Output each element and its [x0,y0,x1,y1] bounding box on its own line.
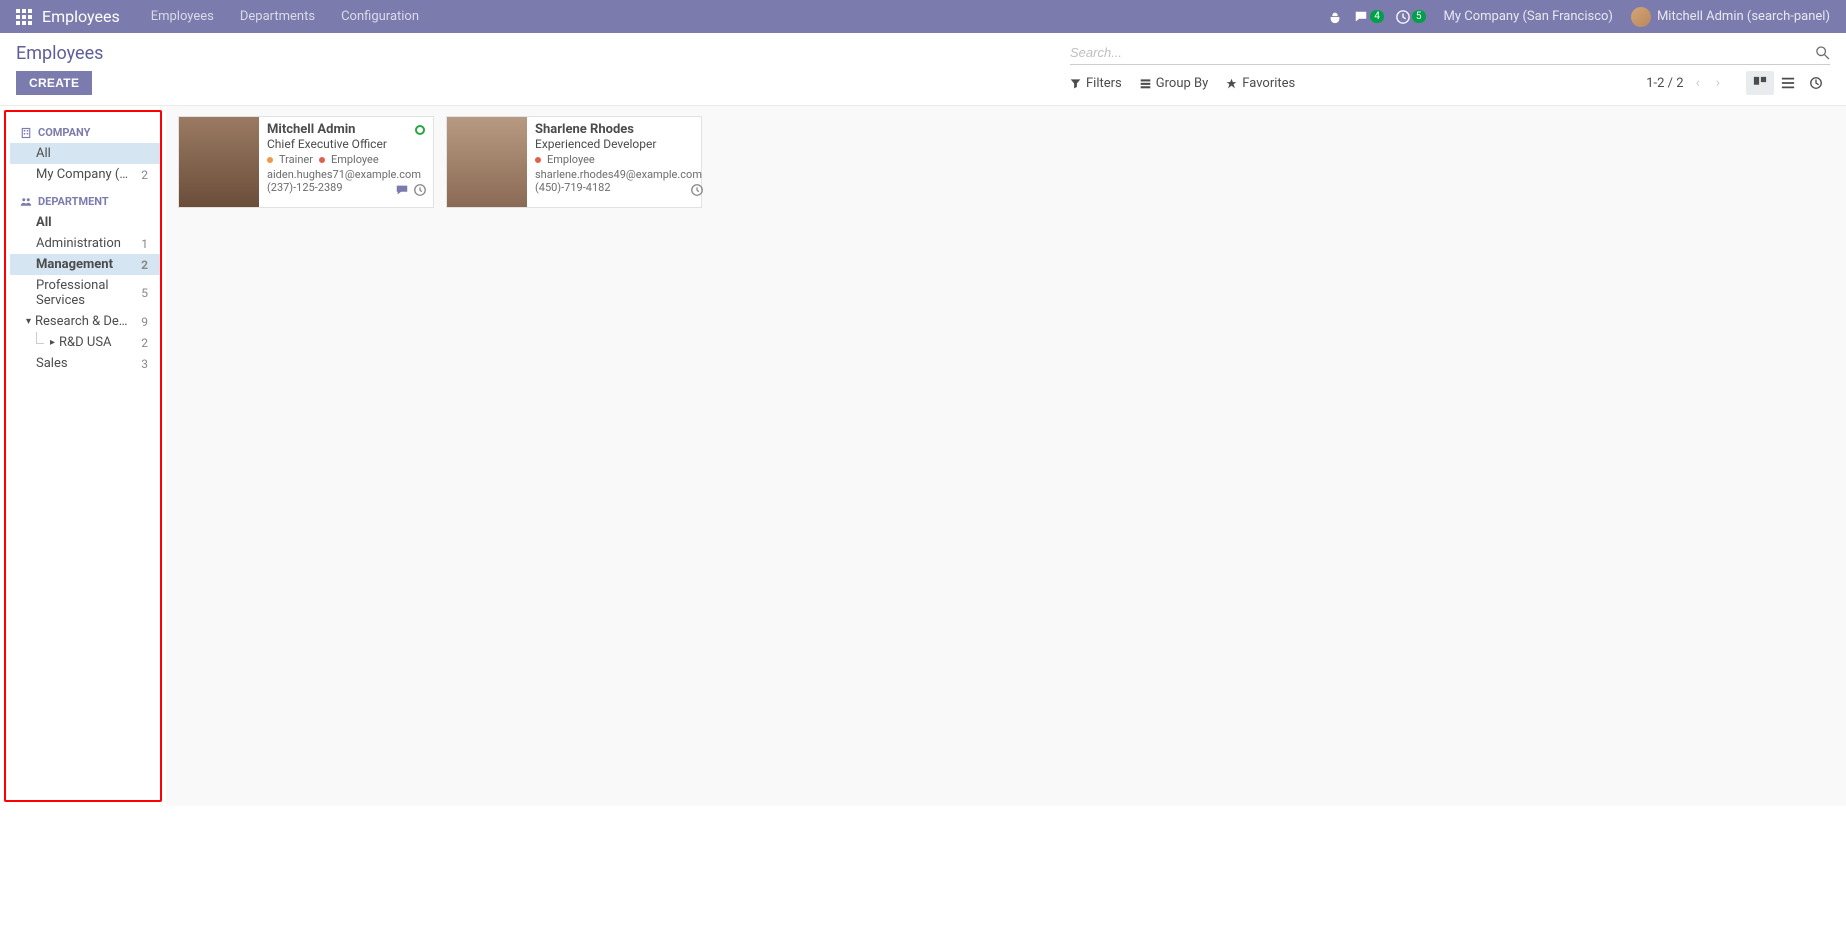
filters-button[interactable]: Filters [1070,76,1122,91]
caret-right-icon[interactable]: ▸ [50,337,55,348]
sidebar-item-count: 3 [141,357,154,371]
tag-label: Employee [331,153,379,166]
company-item-mycompany[interactable]: My Company (San Fr… 2 [10,164,160,185]
chat-icon[interactable] [395,183,409,201]
sidebar-item-label: Administration [36,236,121,251]
employee-card[interactable]: Mitchell Admin Chief Executive Officer T… [178,116,434,208]
department-item-all[interactable]: All [10,212,160,233]
pager-text: 1-2 / 2 [1646,76,1683,91]
employee-email: sharlene.rhodes49@example.com [535,168,702,181]
department-item-administration[interactable]: Administration 1 [10,233,160,254]
employee-name: Sharlene Rhodes [535,122,702,137]
sidebar-item-count: 9 [141,315,154,329]
page-title: Employees [16,43,103,64]
kanban-view-button[interactable] [1746,71,1774,95]
tag-dot-icon [535,157,541,163]
pager-next[interactable]: › [1712,75,1724,91]
pager-prev[interactable]: ‹ [1692,75,1704,91]
tag-dot-icon [319,157,325,163]
top-navbar: Employees Employees Departments Configur… [0,0,1846,33]
sidebar-item-label: All [36,146,51,161]
employee-phone: (450)-719-4182 [535,181,702,194]
tag-label: Trainer [279,153,313,166]
department-item-rd-usa[interactable]: ▸ R&D USA 2 [10,332,160,353]
employee-photo [447,117,527,207]
employee-title: Experienced Developer [535,137,702,151]
sidebar-item-count: 1 [141,237,154,251]
favorites-label: Favorites [1242,76,1295,91]
sidebar-item-label: Management [36,257,113,272]
department-item-sales[interactable]: Sales 3 [10,353,160,374]
activity-view-button[interactable] [1802,71,1830,95]
department-section-header: DEPARTMENT [10,191,160,212]
activities-icon[interactable]: 5 [1396,10,1426,24]
messaging-icon[interactable]: 4 [1354,10,1384,24]
employee-name: Mitchell Admin [267,122,425,137]
tag-label: Employee [547,153,595,166]
company-section-header: COMPANY [10,122,160,143]
avatar-icon [1631,7,1651,27]
create-button[interactable]: CREATE [16,71,92,95]
employee-card[interactable]: Sharlene Rhodes Experienced Developer Em… [446,116,702,208]
sidebar-item-label: All [36,215,52,230]
user-menu[interactable]: Mitchell Admin (search-panel) [1631,7,1830,27]
department-item-professional-services[interactable]: Professional Services 5 [10,275,160,311]
user-name-label: Mitchell Admin (search-panel) [1657,9,1830,24]
nav-link-configuration[interactable]: Configuration [328,9,432,24]
department-item-research[interactable]: ▾ Research & Develop… 9 [10,311,160,332]
nav-link-departments[interactable]: Departments [227,9,328,24]
sidebar-item-count: 2 [141,258,154,272]
filters-label: Filters [1086,76,1122,91]
company-item-all[interactable]: All [10,143,160,164]
sidebar-item-count: 2 [141,168,154,182]
sidebar-item-label: Professional Services [36,278,141,308]
action-bar: CREATE Filters Group By Favorites 1-2 / … [0,65,1846,106]
search-icon[interactable] [1816,46,1830,60]
sidebar-item-label: Sales [36,356,68,371]
caret-down-icon[interactable]: ▾ [26,316,31,327]
company-selector[interactable]: My Company (San Francisco) [1438,9,1619,24]
sidebar-item-count: 5 [141,286,154,300]
kanban-content: Mitchell Admin Chief Executive Officer T… [166,106,1846,806]
list-view-button[interactable] [1774,71,1802,95]
search-panel: COMPANY All My Company (San Fr… 2 DEPART… [4,110,162,802]
sidebar-item-label: Research & Develop… [35,314,130,329]
groupby-button[interactable]: Group By [1140,76,1209,91]
employee-title: Chief Executive Officer [267,137,425,151]
favorites-button[interactable]: Favorites [1226,76,1295,91]
sidebar-item-label: R&D USA [59,335,111,350]
nav-link-employees[interactable]: Employees [138,9,227,24]
activity-clock-icon[interactable] [413,183,427,201]
activities-badge: 5 [1412,10,1426,23]
control-bar: Employees [0,33,1846,65]
sidebar-item-count: 2 [141,336,154,350]
department-item-management[interactable]: Management 2 [10,254,160,275]
groupby-label: Group By [1156,76,1209,91]
employee-photo [179,117,259,207]
employee-email: aiden.hughes71@example.com [267,168,425,181]
activity-clock-icon[interactable] [690,183,704,201]
messaging-badge: 4 [1370,10,1384,23]
bug-icon[interactable] [1328,10,1342,24]
tag-dot-icon [267,157,273,163]
apps-icon[interactable] [16,9,32,25]
sidebar-item-label: My Company (San Fr… [36,167,131,182]
presence-online-icon [415,125,425,135]
search-input-wrap [1070,41,1830,65]
search-input[interactable] [1070,41,1816,64]
app-brand[interactable]: Employees [42,7,120,26]
